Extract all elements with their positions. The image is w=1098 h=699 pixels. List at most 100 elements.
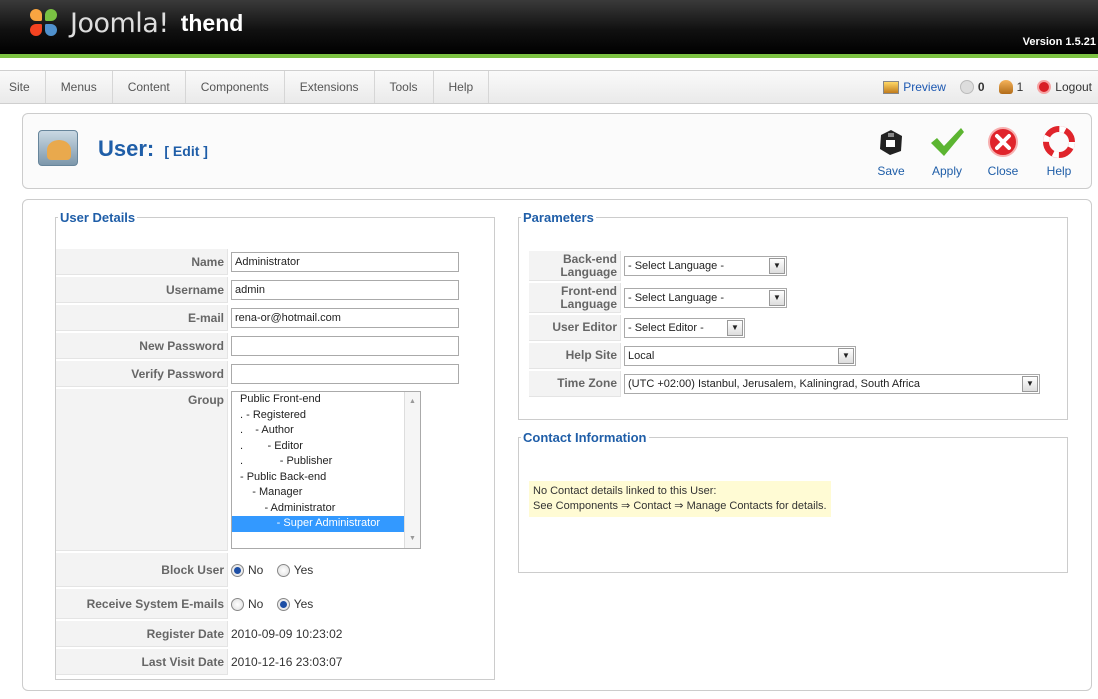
user-details-legend: User Details [60, 210, 136, 225]
chevron-down-icon: ▼ [769, 290, 785, 306]
logout-icon [1037, 80, 1052, 94]
menu-menus[interactable]: Menus [46, 71, 113, 103]
parameters-table: Back-end Language - Select Language - ▼ F… [529, 249, 1043, 399]
register-date-value: 2010-09-09 10:23:02 [231, 627, 343, 641]
close-button[interactable]: Close [979, 124, 1027, 178]
group-option-selected[interactable]: - Super Administrator [232, 516, 404, 532]
email-input[interactable] [231, 308, 459, 328]
frontend-language-value: - Select Language - [628, 292, 725, 304]
joomla-logo[interactable]: Joomla! thend [30, 8, 243, 39]
verify-password-input[interactable] [231, 364, 459, 384]
page-title-main: User: [98, 136, 155, 161]
chevron-down-icon: ▼ [727, 320, 743, 336]
backend-language-select[interactable]: - Select Language - ▼ [624, 256, 787, 276]
group-option[interactable]: - Administrator [232, 501, 420, 517]
group-option[interactable]: . - Author [232, 423, 420, 439]
main-menubar: Site Menus Content Components Extensions… [0, 70, 1098, 104]
help-site-value: Local [628, 350, 655, 362]
block-user-yes-label: Yes [293, 563, 314, 578]
menu-site[interactable]: Site [0, 71, 46, 103]
name-label: Name [56, 249, 228, 275]
frontend-language-label: Front-end Language [529, 283, 621, 313]
menu-content[interactable]: Content [113, 71, 186, 103]
preview-link[interactable]: Preview [883, 80, 946, 94]
lifebuoy-icon [1041, 124, 1077, 160]
apply-button[interactable]: Apply [923, 124, 971, 178]
save-label: Save [877, 164, 905, 178]
apply-label: Apply [931, 164, 963, 178]
receive-emails-yes-radio[interactable] [276, 597, 290, 611]
group-list-scrollbar[interactable] [404, 392, 420, 548]
content-box: User Details Name Username E-mail New Pa… [22, 199, 1092, 691]
name-input[interactable] [231, 252, 459, 272]
messages-indicator[interactable]: 0 [959, 80, 985, 94]
last-visit-value: 2010-12-16 23:03:07 [231, 655, 343, 669]
status-bar: Preview 0 1 Logout [883, 71, 1092, 103]
user-details-table: Name Username E-mail New Password Verify… [56, 247, 493, 677]
toolbar-box: User: [ Edit ] Save Apply Close Help [22, 113, 1092, 189]
group-option[interactable]: - Public Back-end [232, 470, 420, 486]
block-user-yes-radio[interactable] [276, 563, 290, 577]
logout-link[interactable]: Logout [1037, 80, 1092, 94]
messages-count: 0 [977, 80, 985, 94]
parameters-legend: Parameters [523, 210, 594, 225]
contact-notice: No Contact details linked to this User: … [529, 481, 831, 517]
frontend-language-select[interactable]: - Select Language - ▼ [624, 288, 787, 308]
admin-header: Joomla! thend Version 1.5.21 [0, 0, 1098, 58]
menu-extensions[interactable]: Extensions [285, 71, 375, 103]
close-icon [985, 124, 1021, 160]
new-password-label: New Password [56, 333, 228, 359]
user-editor-value: - Select Editor - [628, 322, 704, 334]
floppy-disk-icon [873, 124, 909, 160]
user-editor-select[interactable]: - Select Editor - ▼ [624, 318, 745, 338]
contact-information-legend: Contact Information [523, 430, 647, 445]
messages-icon [959, 80, 974, 94]
time-zone-label: Time Zone [529, 371, 621, 397]
backend-language-label: Back-end Language [529, 251, 621, 281]
users-indicator[interactable]: 1 [998, 80, 1024, 94]
username-label: Username [56, 277, 228, 303]
receive-emails-no-radio[interactable] [231, 597, 244, 611]
user-manager-icon [38, 130, 78, 166]
contact-notice-line1: No Contact details linked to this User: [533, 485, 717, 497]
contact-notice-line2: See Components ⇒ Contact ⇒ Manage Contac… [533, 500, 827, 512]
receive-emails-label: Receive System E-mails [56, 589, 228, 619]
help-button[interactable]: Help [1035, 124, 1083, 178]
group-listbox[interactable]: Public Front-end . - Registered . - Auth… [231, 391, 421, 549]
parameters-fieldset: Parameters Back-end Language - Select La… [518, 210, 1068, 420]
group-option[interactable]: . - Publisher [232, 454, 420, 470]
toolbar-buttons: Save Apply Close Help [867, 124, 1083, 178]
menu-help[interactable]: Help [434, 71, 490, 103]
time-zone-value: (UTC +02:00) Istanbul, Jerusalem, Kalini… [628, 378, 920, 390]
preview-label: Preview [903, 80, 946, 94]
group-label: Group [56, 389, 228, 551]
group-option[interactable]: . - Editor [232, 439, 420, 455]
group-option[interactable]: - Manager [232, 485, 420, 501]
save-button[interactable]: Save [867, 124, 915, 178]
new-password-input[interactable] [231, 336, 459, 356]
register-date-label: Register Date [56, 621, 228, 647]
menu-components[interactable]: Components [186, 71, 285, 103]
help-site-select[interactable]: Local ▼ [624, 346, 856, 366]
version-label: Version 1.5.21 [1022, 36, 1096, 48]
chevron-down-icon: ▼ [1022, 376, 1038, 392]
username-input[interactable] [231, 280, 459, 300]
joomla-logo-icon [30, 8, 64, 39]
verify-password-label: Verify Password [56, 361, 228, 387]
receive-emails-yes-label: Yes [293, 597, 314, 612]
checkmark-icon [929, 124, 965, 160]
chevron-down-icon: ▼ [838, 348, 854, 364]
last-visit-label: Last Visit Date [56, 649, 228, 675]
group-option[interactable]: Public Front-end [232, 392, 420, 408]
group-option[interactable]: . - Registered [232, 408, 420, 424]
time-zone-select[interactable]: (UTC +02:00) Istanbul, Jerusalem, Kalini… [624, 374, 1040, 394]
site-name: thend [180, 10, 244, 36]
preview-icon [883, 80, 900, 94]
logo-text: Joomla! [70, 8, 169, 39]
users-count: 1 [1016, 80, 1024, 94]
block-user-no-label: No [248, 563, 264, 578]
email-label: E-mail [56, 305, 228, 331]
backend-language-value: - Select Language - [628, 260, 725, 272]
block-user-no-radio[interactable] [231, 563, 244, 577]
menu-tools[interactable]: Tools [375, 71, 434, 103]
